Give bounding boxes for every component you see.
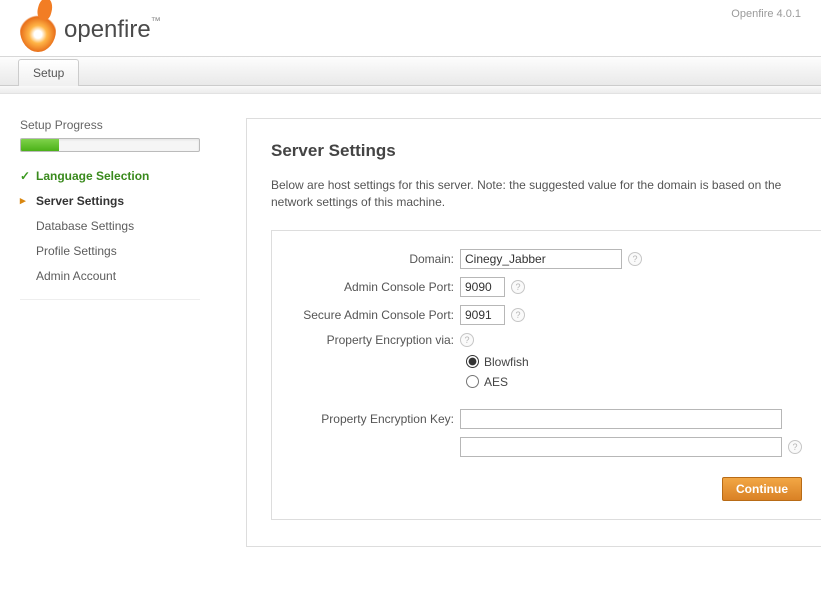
page-title: Server Settings (271, 141, 821, 161)
product-name: openfire™ (64, 16, 161, 44)
help-icon[interactable]: ? (460, 333, 474, 347)
secure-port-input[interactable] (460, 305, 505, 325)
progress-bar (20, 138, 200, 152)
divider-band (0, 86, 821, 94)
encryption-via-label: Property Encryption via: (282, 333, 460, 347)
app-header: openfire™ Openfire 4.0.1 (0, 0, 821, 56)
page-description: Below are host settings for this server.… (271, 177, 821, 212)
version-label: Openfire 4.0.1 (731, 8, 801, 20)
step-profile-settings[interactable]: Profile Settings (20, 239, 200, 264)
admin-port-input[interactable] (460, 277, 505, 297)
tab-setup[interactable]: Setup (18, 59, 79, 86)
step-list: Language Selection Server Settings Datab… (20, 164, 200, 289)
help-icon[interactable]: ? (511, 308, 525, 322)
server-settings-form: Domain: ? Admin Console Port: ? Secure A… (271, 230, 821, 520)
step-database-settings[interactable]: Database Settings (20, 214, 200, 239)
help-icon[interactable]: ? (628, 252, 642, 266)
encryption-key-confirm-input[interactable] (460, 437, 782, 457)
logo: openfire™ (20, 8, 801, 52)
step-server-settings[interactable]: Server Settings (20, 189, 200, 214)
domain-input[interactable] (460, 249, 622, 269)
step-admin-account[interactable]: Admin Account (20, 264, 200, 289)
continue-button[interactable]: Continue (722, 477, 802, 501)
encryption-key-label: Property Encryption Key: (282, 412, 460, 426)
flame-icon (20, 8, 56, 52)
content-panel: Server Settings Below are host settings … (246, 118, 821, 547)
domain-label: Domain: (282, 252, 460, 266)
radio-aes[interactable] (466, 375, 479, 388)
step-language-selection[interactable]: Language Selection (20, 164, 200, 189)
setup-progress-sidebar: Setup Progress Language Selection Server… (20, 118, 200, 547)
help-icon[interactable]: ? (511, 280, 525, 294)
radio-blowfish-label: Blowfish (484, 355, 529, 369)
encryption-key-input[interactable] (460, 409, 782, 429)
sidebar-title: Setup Progress (20, 118, 200, 132)
radio-blowfish[interactable] (466, 355, 479, 368)
help-icon[interactable]: ? (788, 440, 802, 454)
radio-aes-label: AES (484, 375, 508, 389)
tab-bar: Setup (0, 56, 821, 86)
progress-fill (21, 139, 59, 151)
admin-port-label: Admin Console Port: (282, 280, 460, 294)
secure-port-label: Secure Admin Console Port: (282, 308, 460, 322)
